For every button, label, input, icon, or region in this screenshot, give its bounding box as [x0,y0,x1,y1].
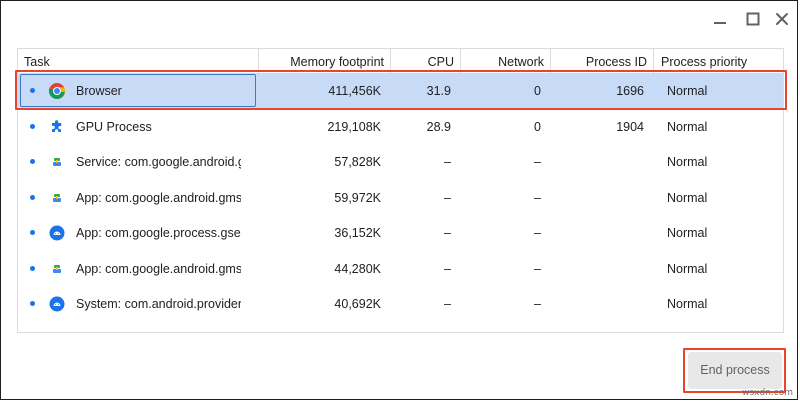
process-priority: Normal [667,155,708,169]
task-manager-window: Task Memory footprint CPU Network Proces… [0,0,798,400]
title-bar [1,1,797,37]
network-usage: 0 [534,84,541,98]
android-app-icon [48,295,66,313]
process-priority: Normal [667,84,708,98]
bullet-dot [30,265,35,271]
close-button[interactable] [769,7,795,31]
process-id [554,286,644,322]
column-header-process-id[interactable]: Process ID [551,49,654,73]
task-name: App: com.google.android.gms [76,190,241,205]
network-usage: – [534,297,541,311]
network-usage: – [534,226,541,240]
cpu-usage: 31.9 [426,84,451,98]
cpu-usage: – [444,297,451,311]
process-id [554,215,644,251]
cpu-usage: – [444,190,451,205]
watermark: wsxdn.com [742,388,793,398]
memory-footprint: 44,280K [334,261,381,276]
bullet-dot [30,301,35,306]
memory-footprint: 219,108K [327,119,381,134]
process-table: Task Memory footprint CPU Network Proces… [17,48,784,333]
task-name: App: com.google.android.gms.unstable [76,261,241,276]
task-name: App: com.google.process.gservices [76,226,241,240]
table-header: Task Memory footprint CPU Network Proces… [18,49,783,73]
network-usage: – [534,155,541,169]
table-row[interactable]: App: com.google.android.gms.unstable 44,2… [18,251,783,287]
column-header-memory[interactable]: Memory footprint [259,49,391,73]
memory-footprint: 59,972K [334,190,381,205]
network-usage: 0 [534,119,541,134]
table-row[interactable]: Browser 411,456K 31.9 0 1696 Normal [18,73,783,109]
memory-footprint: 57,828K [334,155,381,169]
maximize-icon [746,12,760,26]
table-row[interactable]: GPU Process 219,108K 28.9 0 1904 Normal [18,109,783,145]
bullet-dot [30,88,35,93]
table-row[interactable]: Service: com.google.android.gms 57,828K – –… [18,144,783,180]
process-priority: Normal [667,226,708,240]
column-header-priority[interactable]: Process priority [655,49,783,73]
cpu-usage: – [444,226,451,240]
process-priority: Normal [667,119,708,134]
table-row[interactable]: App: com.google.android.gms 59,972K – – Norm… [18,180,783,216]
process-id [554,180,644,216]
task-name: System: com.android.providers.media [76,297,241,311]
process-priority: Normal [667,297,708,311]
cpu-usage: – [444,155,451,169]
android-service-icon [48,260,66,278]
task-name: Service: com.google.android.gms [76,155,241,169]
process-id [554,144,644,180]
close-icon [776,13,788,25]
network-usage: – [534,261,541,276]
process-priority: Normal [667,190,708,205]
process-id [554,251,644,287]
column-header-cpu[interactable]: CPU [391,49,461,73]
memory-footprint: 40,692K [334,297,381,311]
minimize-icon [714,22,726,24]
bullet-dot [30,194,35,200]
column-header-task[interactable]: Task [18,49,259,73]
task-name: GPU Process [76,119,152,134]
bullet-dot [30,123,35,129]
chrome-icon [48,82,66,100]
puzzle-piece-icon [48,118,66,136]
column-header-network[interactable]: Network [461,49,551,73]
minimize-button[interactable] [707,7,733,31]
maximize-button[interactable] [740,7,766,31]
process-id: 1696 [616,84,644,98]
android-app-icon [48,224,66,242]
memory-footprint: 36,152K [334,226,381,240]
process-id: 1904 [616,119,644,134]
memory-footprint: 411,456K [328,84,381,98]
table-row[interactable]: App: com.google.process.gservices 36,152K… [18,215,783,251]
task-name: Browser [76,84,122,98]
android-service-icon [48,153,66,171]
table-body: Browser 411,456K 31.9 0 1696 Normal GPU Proces… [18,73,783,322]
cpu-usage: 28.9 [426,119,451,134]
process-priority: Normal [667,261,708,276]
cpu-usage: – [444,261,451,276]
end-process-button[interactable]: End process [688,352,782,389]
table-row[interactable]: System: com.android.providers.media 40,69… [18,286,783,322]
network-usage: – [534,190,541,205]
android-service-icon [48,189,66,207]
bullet-dot [30,159,35,164]
bullet-dot [30,230,35,235]
